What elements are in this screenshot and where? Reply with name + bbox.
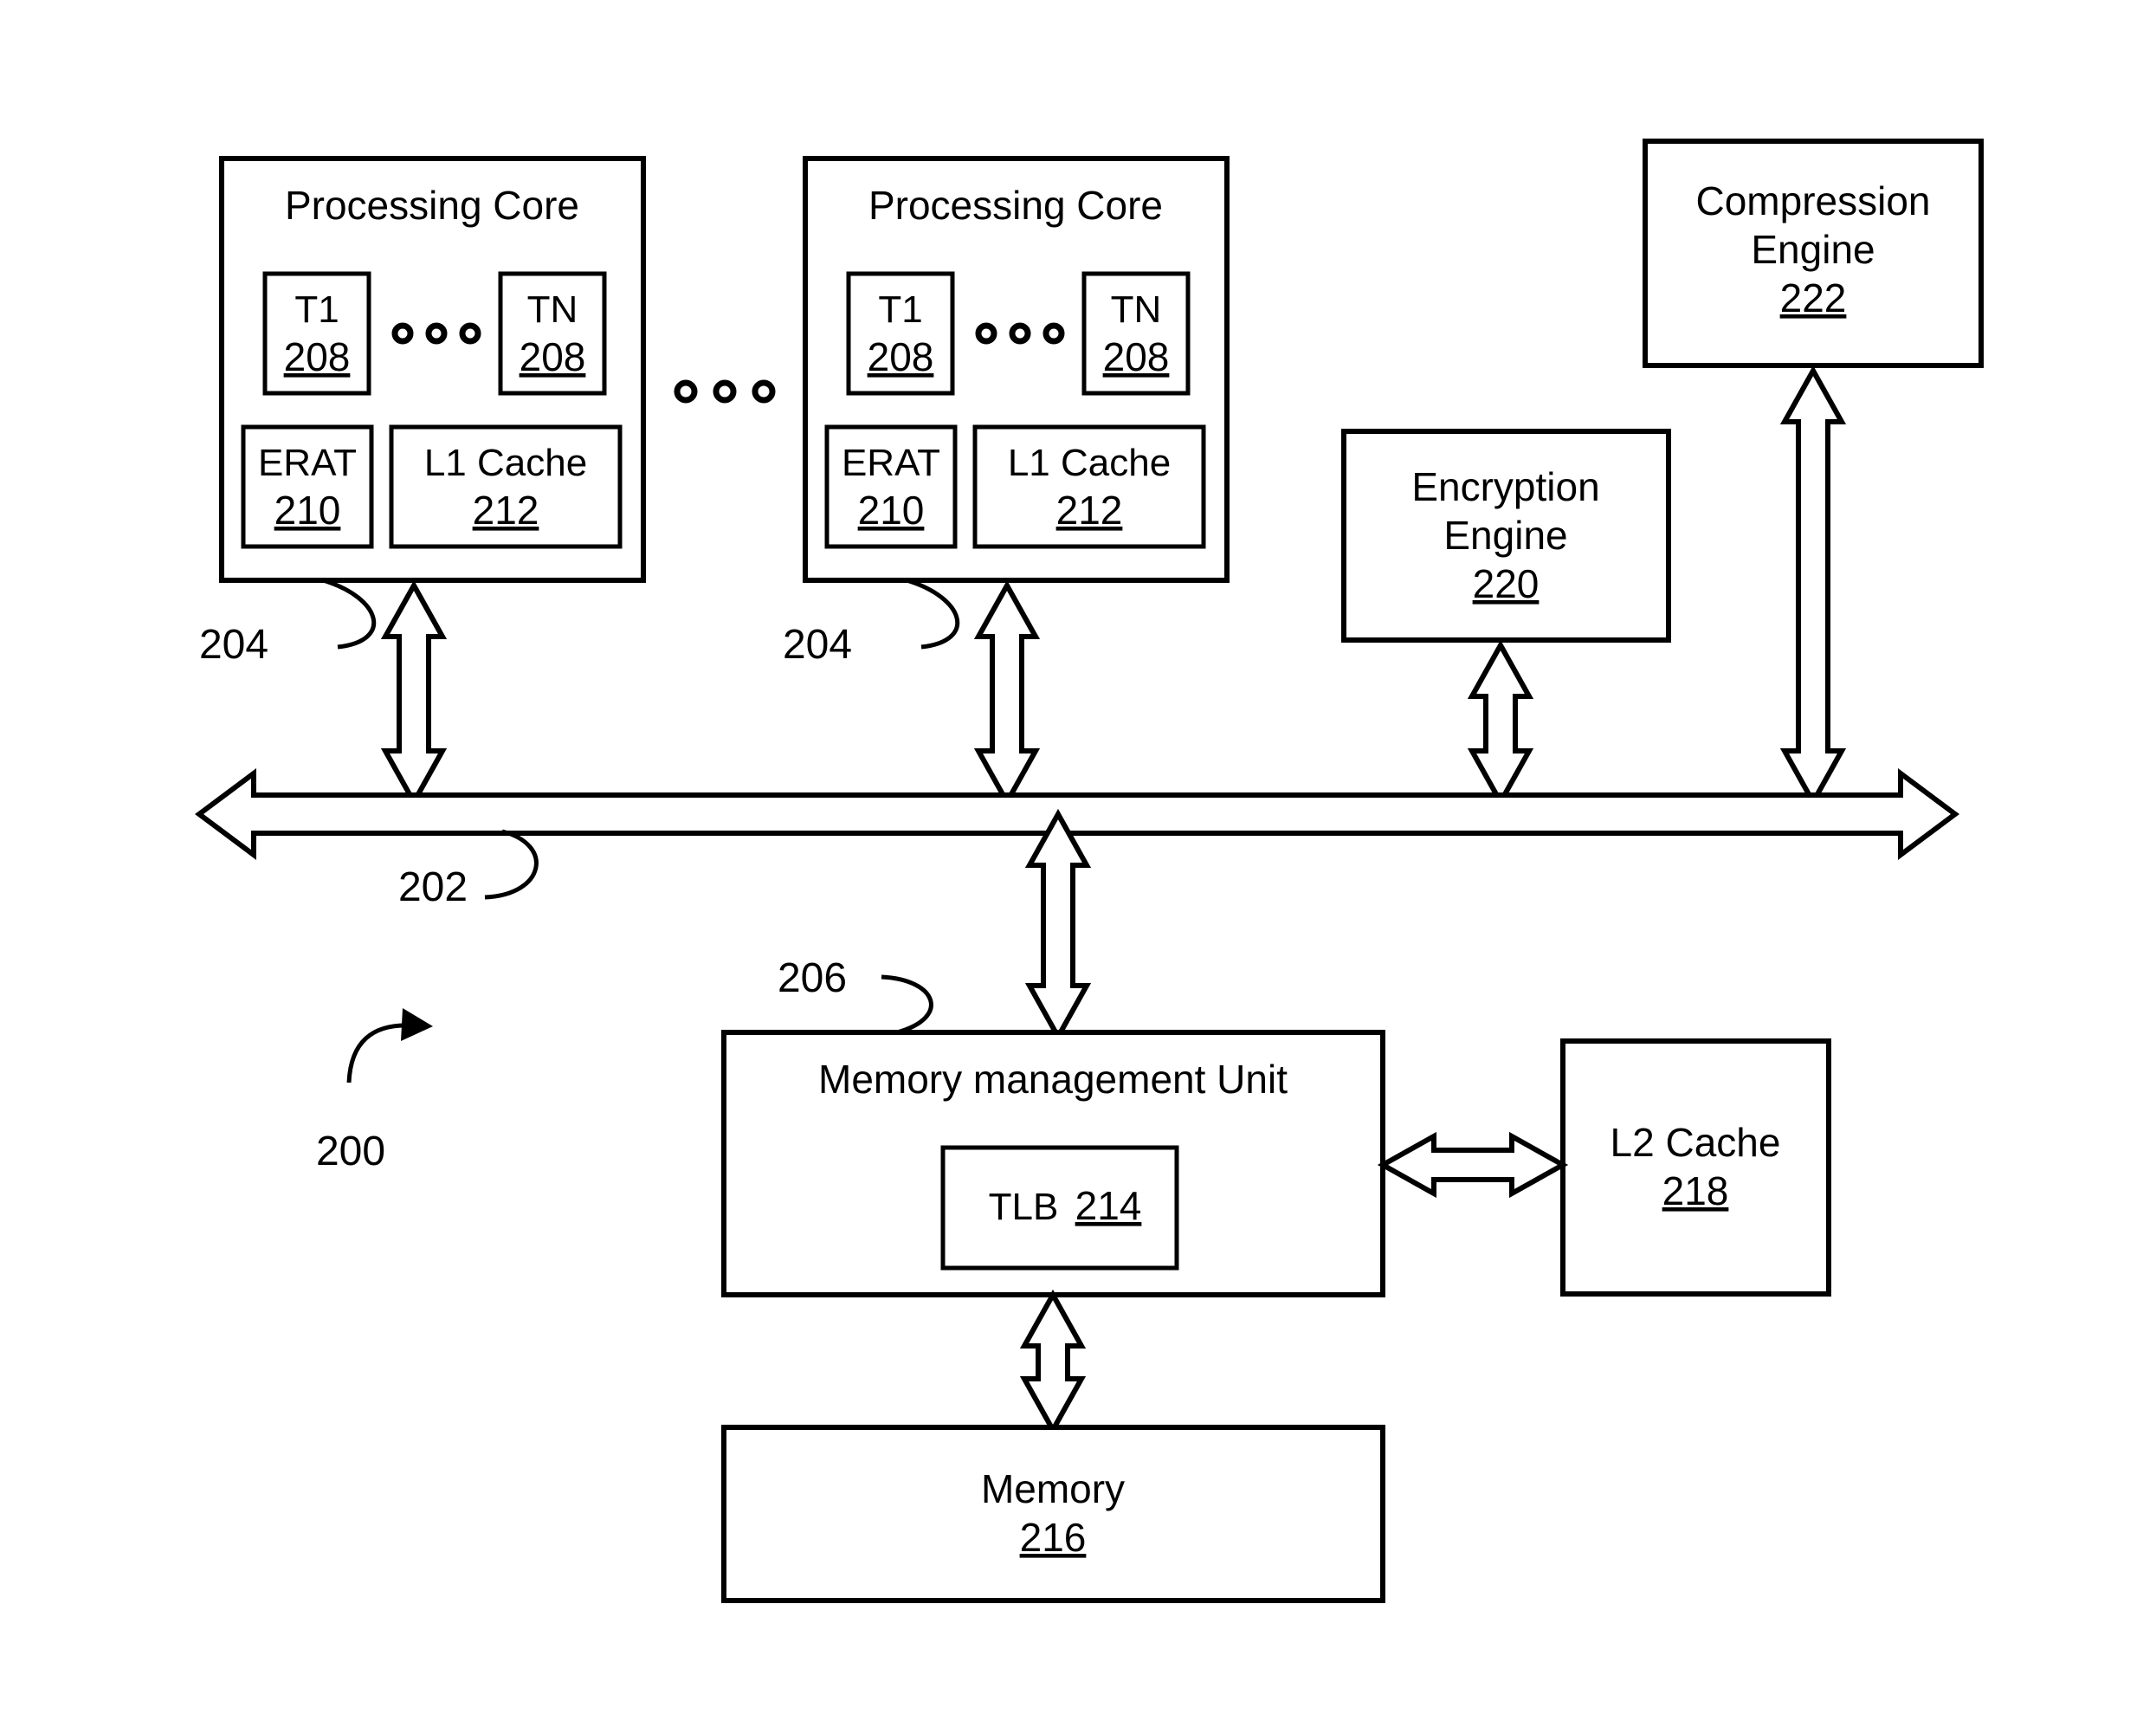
ref-206-leader: 206 — [778, 955, 933, 1035]
core-2-erat-label: ERAT — [842, 442, 940, 484]
memory-box — [721, 1425, 1385, 1603]
core-2-l1-cache-label: L1 Cache — [1008, 442, 1171, 484]
core-2-erat-ref: 210 — [858, 488, 925, 533]
core-1-bus-arrow — [380, 579, 448, 808]
bus-mmu-arrow — [1024, 808, 1092, 1043]
core-1-thread-tn: TN 208 — [498, 271, 607, 396]
core-ellipsis-icon — [674, 379, 776, 404]
ref-204-left-leader: 204 — [199, 578, 377, 668]
encryption-engine: Encryption Engine 220 — [1341, 429, 1671, 643]
core-1-erat: ERAT 210 — [241, 424, 374, 549]
tlb: TLB 214 — [940, 1145, 1179, 1271]
processing-core-2: Processing Core T1 208 TN 208 ERAT 210 L… — [803, 156, 1230, 583]
core-2-bus-arrow — [973, 579, 1041, 808]
memory-management-unit-title: Memory management Unit — [818, 1057, 1288, 1102]
core-2-erat: ERAT 210 — [824, 424, 958, 549]
core-1-l1-cache-ref: 212 — [473, 488, 539, 533]
core-1-erat-label: ERAT — [258, 442, 357, 484]
compression-engine-line1: Compression — [1696, 178, 1931, 223]
l2-cache-ref: 218 — [1662, 1168, 1729, 1213]
core-2-l1-cache: L1 Cache 212 — [972, 424, 1206, 549]
memory-ref: 216 — [1020, 1515, 1087, 1560]
core-1-thread-t1-ref: 208 — [284, 334, 351, 379]
encryption-engine-ref: 220 — [1473, 561, 1540, 606]
mmu-memory-arrow — [1019, 1289, 1087, 1436]
ref-204-right-label: 204 — [783, 622, 852, 668]
core-1-thread-ellipsis-icon — [391, 322, 481, 345]
core-2-thread-t1-ref: 208 — [868, 334, 934, 379]
core-2-thread-tn-label: TN — [1111, 288, 1162, 331]
system-bus — [194, 768, 1960, 860]
ref-204-left-label: 204 — [199, 622, 268, 668]
core-2-thread-ellipsis-icon — [975, 322, 1065, 345]
core-1-erat-ref: 210 — [274, 488, 341, 533]
processing-core-2-title: Processing Core — [868, 183, 1163, 228]
memory-label: Memory — [981, 1466, 1125, 1511]
figure-ref-200-label: 200 — [316, 1129, 385, 1174]
core-2-thread-tn: TN 208 — [1081, 271, 1191, 396]
l2-cache: L2 Cache 218 — [1560, 1038, 1831, 1297]
ref-202-label: 202 — [398, 864, 468, 910]
processing-core-1-title: Processing Core — [285, 183, 579, 228]
core-1-thread-t1-label: T1 — [294, 288, 339, 331]
patent-figure-canvas: Processing Core T1 208 TN 208 ERAT 210 L… — [0, 0, 2156, 1714]
core-1-l1-cache-label: L1 Cache — [424, 442, 587, 484]
core-2-thread-t1-label: T1 — [878, 288, 922, 331]
figure-ref-200: 200 — [316, 1008, 433, 1174]
ref-206-label: 206 — [778, 955, 847, 1001]
encryption-engine-line2: Engine — [1443, 513, 1567, 558]
compression-engine: Compression Engine 222 — [1643, 139, 1984, 368]
core-2-l1-cache-ref: 212 — [1056, 488, 1123, 533]
figure-svg: Processing Core T1 208 TN 208 ERAT 210 L… — [194, 139, 1984, 1603]
core-1-thread-tn-ref: 208 — [520, 334, 586, 379]
core-1-thread-t1: T1 208 — [262, 271, 371, 396]
tlb-label: TLB — [989, 1186, 1059, 1228]
l2-cache-box — [1560, 1038, 1831, 1297]
system-bus-arrow — [194, 768, 1960, 860]
encryption-engine-line1: Encryption — [1411, 464, 1599, 509]
core-1-l1-cache: L1 Cache 212 — [389, 424, 623, 549]
encryption-engine-bus-arrow — [1467, 639, 1534, 808]
memory-management-unit: Memory management Unit TLB 214 — [721, 1030, 1385, 1297]
memory: Memory 216 — [721, 1425, 1385, 1603]
ref-204-right-leader: 204 — [783, 578, 960, 668]
core-2-thread-tn-ref: 208 — [1103, 334, 1170, 379]
ref-202-leader: 202 — [398, 829, 539, 910]
mmu-l2-cache-arrow — [1377, 1131, 1569, 1199]
core-1-thread-tn-label: TN — [527, 288, 578, 331]
tlb-box — [940, 1145, 1179, 1271]
processing-core-1: Processing Core T1 208 TN 208 ERAT 210 L… — [219, 156, 646, 583]
core-2-thread-t1: T1 208 — [846, 271, 955, 396]
compression-engine-bus-arrow — [1779, 365, 1847, 808]
tlb-ref: 214 — [1075, 1183, 1142, 1228]
l2-cache-label: L2 Cache — [1611, 1120, 1781, 1165]
compression-engine-ref: 222 — [1780, 275, 1847, 320]
figure-ref-200-arrowhead-icon — [401, 1008, 433, 1041]
compression-engine-line2: Engine — [1751, 227, 1875, 272]
